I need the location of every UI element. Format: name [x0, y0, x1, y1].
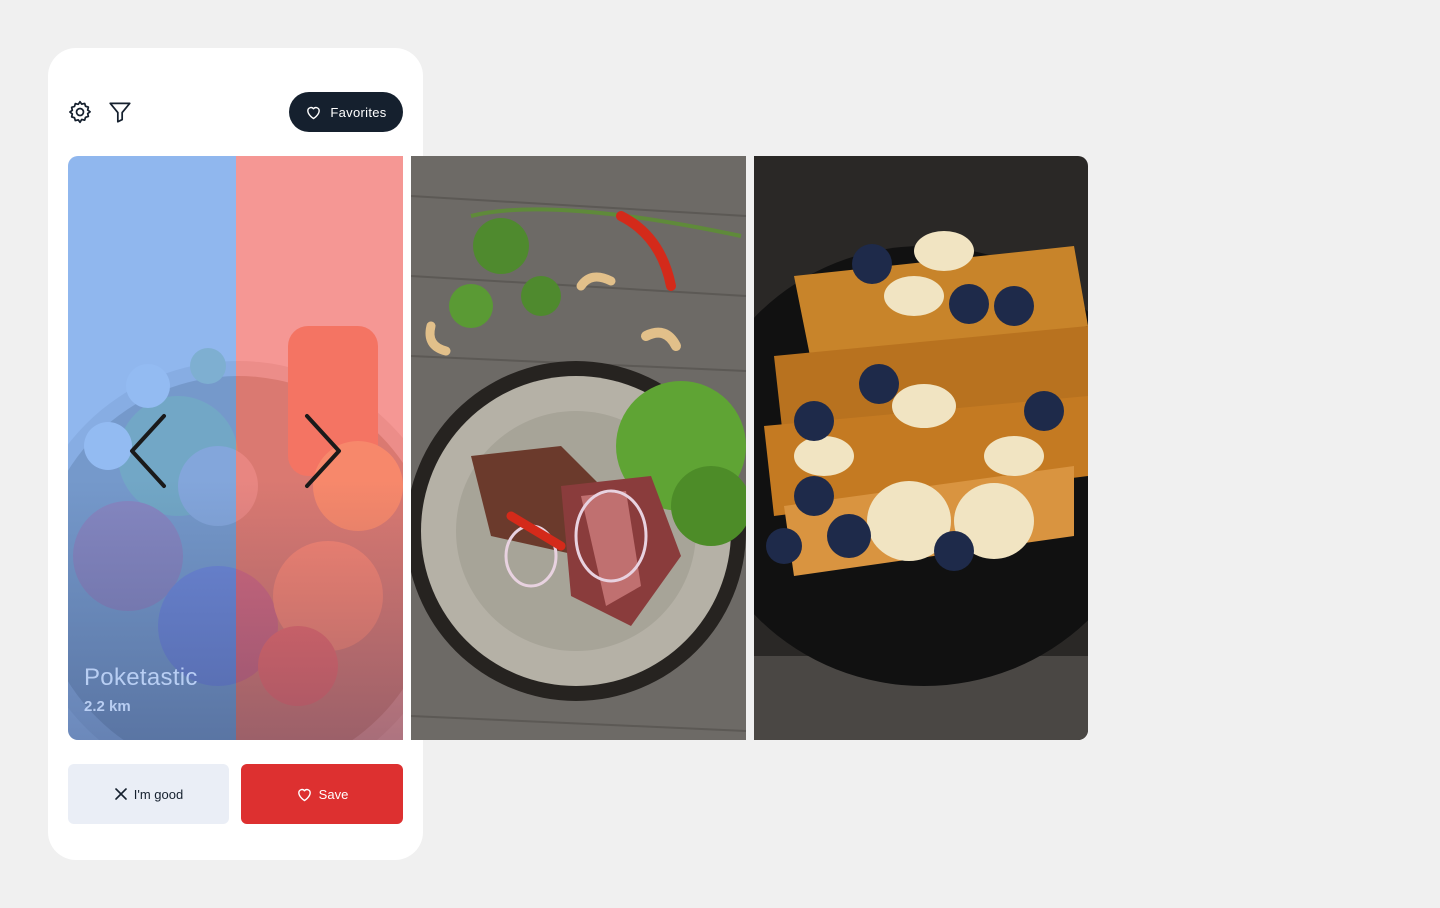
french-toast-photo	[754, 156, 1088, 740]
restaurant-name: Poketastic	[84, 664, 198, 691]
restaurant-card-next[interactable]	[411, 156, 746, 740]
chevron-right-icon[interactable]	[290, 406, 350, 496]
favorites-label: Favorites	[330, 104, 387, 120]
gear-icon[interactable]	[66, 98, 94, 126]
dismiss-button[interactable]: I'm good	[68, 764, 229, 824]
restaurant-card[interactable]: Poketastic 2.2 km	[68, 156, 403, 740]
chevron-left-icon[interactable]	[121, 406, 181, 496]
filter-icon[interactable]	[106, 98, 134, 126]
favorites-button[interactable]: Favorites	[289, 92, 403, 132]
restaurant-card-after[interactable]	[754, 156, 1088, 740]
heart-icon	[297, 788, 311, 801]
steak-salad-photo	[411, 156, 746, 740]
save-button[interactable]: Save	[241, 764, 403, 824]
restaurant-distance: 2.2 km	[84, 698, 131, 715]
heart-icon	[307, 106, 321, 119]
dismiss-label: I'm good	[133, 786, 184, 802]
save-label: Save	[318, 786, 349, 802]
close-icon	[114, 788, 127, 800]
